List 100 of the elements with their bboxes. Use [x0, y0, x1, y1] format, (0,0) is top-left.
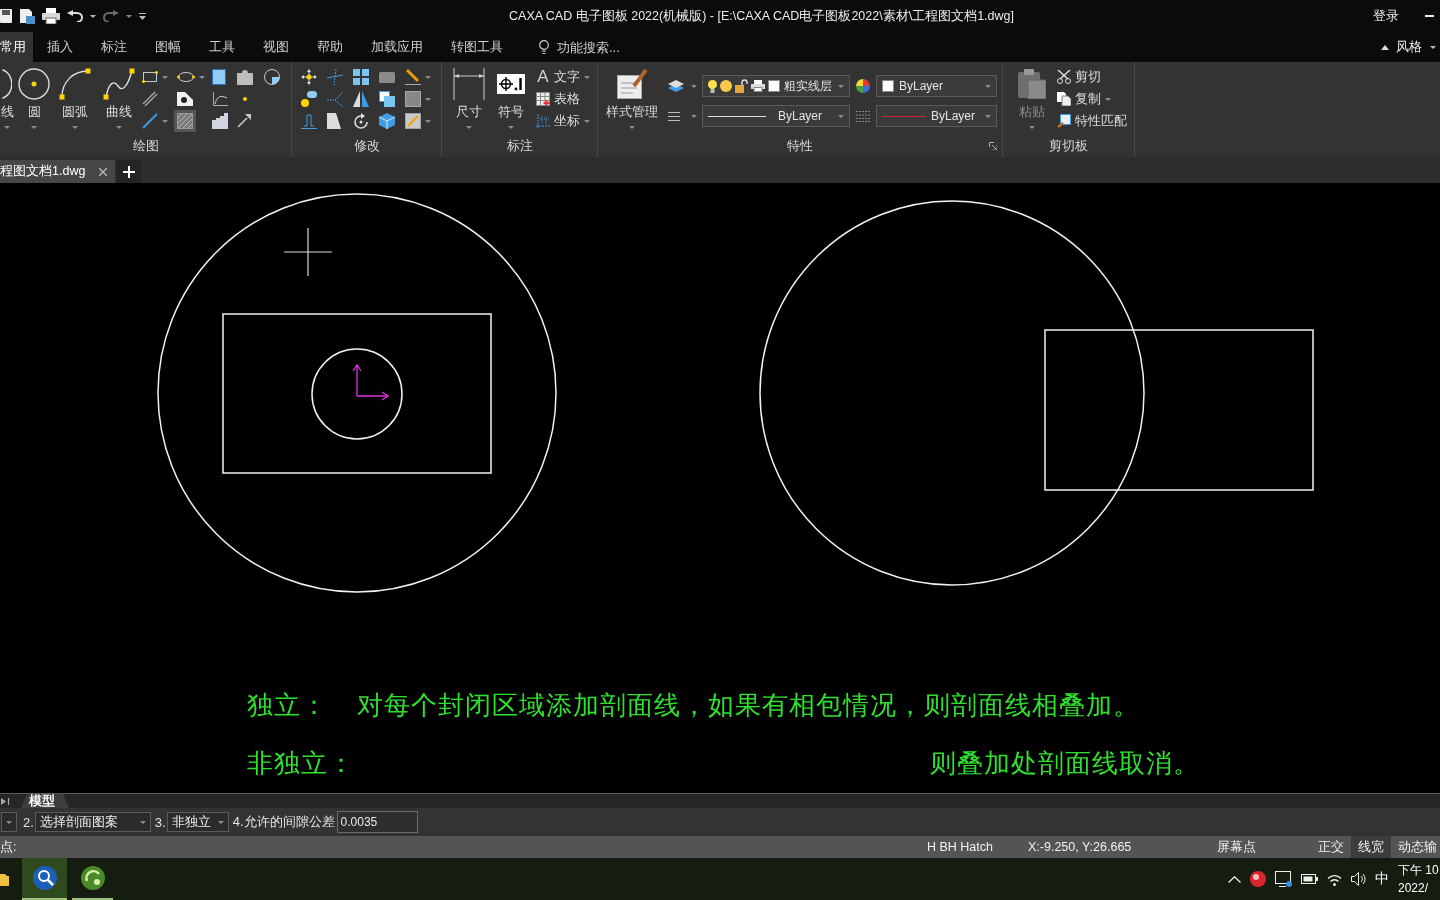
caret-icon	[1029, 126, 1035, 129]
caret-icon[interactable]	[126, 14, 132, 18]
menu-tab[interactable]: 帮助	[303, 32, 357, 62]
menu-tab[interactable]: 转图工具	[437, 32, 517, 62]
ribbon-large-button[interactable]: 尺寸	[452, 66, 486, 129]
square-tool-button[interactable]	[402, 88, 434, 110]
feature-search-field[interactable]: 功能搜索...	[557, 38, 631, 56]
layout-tab[interactable]: 模型	[21, 794, 69, 808]
ribbon-large-button[interactable]: 圆	[16, 66, 52, 129]
battery-icon[interactable]	[1301, 874, 1318, 884]
layer-dropdown[interactable]: 粗实线层	[702, 75, 850, 97]
coordinates-text: X:-9.250, Y:26.665	[1028, 840, 1132, 854]
save-icon[interactable]	[0, 9, 12, 23]
status-toggle-button[interactable]: 线宽	[1351, 836, 1391, 858]
customize-caret-icon[interactable]	[139, 12, 146, 20]
option-dropdown[interactable]: 选择剖面图案	[34, 812, 151, 832]
document-tab[interactable]: 程图文档1.dwg	[0, 160, 116, 183]
option-dropdown[interactable]: 非独立	[166, 812, 229, 832]
ribbon-small-button[interactable]: A 文字	[534, 66, 592, 88]
dashed-lines-icon	[856, 110, 870, 122]
status-toggle-button[interactable]: 正交	[1311, 836, 1351, 858]
crosshair-cursor-icon	[283, 227, 333, 277]
linetype-manager-button[interactable]	[668, 111, 697, 121]
caret-icon	[72, 126, 78, 129]
hatch-tool-button[interactable]	[174, 110, 196, 132]
caret-icon	[139, 820, 146, 824]
print-icon[interactable]	[42, 8, 60, 24]
ribbon-group-title: 修改	[353, 137, 380, 155]
undo-icon[interactable]	[67, 10, 83, 22]
lines-icon	[668, 111, 680, 121]
status-toggle-button[interactable]: 动态输	[1391, 836, 1440, 858]
brush-page-icon	[1057, 114, 1071, 128]
stacked-squares-tool-button[interactable]	[376, 88, 398, 110]
linetype-dropdown[interactable]: ByLayer	[702, 105, 850, 127]
ribbon-small-button[interactable]: 坐标	[534, 110, 592, 132]
caret-icon	[584, 119, 590, 123]
filled-square-tool-button[interactable]	[209, 66, 229, 88]
style-menu-button[interactable]: 风格	[1396, 38, 1436, 56]
circular-arrow-icon	[353, 113, 369, 129]
diagonal-arrow-icon	[237, 114, 251, 128]
speaker-icon[interactable]	[1351, 872, 1366, 886]
menu-tab[interactable]: 插入	[33, 32, 87, 62]
magnifier-app-icon	[32, 866, 57, 890]
chevron-up-icon[interactable]	[1381, 44, 1389, 50]
filled-square-icon	[212, 69, 226, 85]
ribbon-large-button[interactable]: 样式管理	[604, 66, 660, 129]
color-dropdown[interactable]: ByLayer	[876, 75, 997, 97]
page-tool-button[interactable]	[324, 110, 344, 132]
menu-tab[interactable]: 工具	[195, 32, 249, 62]
ribbon-large-button[interactable]: 线	[0, 66, 14, 129]
rounded-block-icon	[379, 71, 395, 83]
disk-page-icon[interactable]	[19, 8, 35, 24]
caret-icon	[199, 75, 205, 79]
cube-tool-button[interactable]	[376, 110, 398, 132]
pencil-tool-button[interactable]	[402, 66, 434, 88]
stepped-bars-tool-button[interactable]	[209, 110, 231, 132]
folder-icon[interactable]	[0, 872, 9, 886]
dot-and-capsule-tool-button[interactable]	[298, 88, 320, 110]
layer-manager-button[interactable]	[668, 79, 697, 93]
image-tile-icon	[405, 113, 421, 129]
ribbon-large-button[interactable]: 曲线	[98, 66, 140, 129]
wifi-icon[interactable]	[1327, 872, 1342, 886]
caret-icon	[691, 114, 697, 118]
tolerance-input-field[interactable]: 0.0035	[336, 811, 418, 833]
taskbar-app-button[interactable]	[22, 858, 67, 900]
four-squares-tool-button[interactable]	[350, 66, 372, 88]
filled-shape-icon	[177, 92, 193, 106]
input-method-indicator[interactable]: 中	[1375, 870, 1389, 888]
ball-icon[interactable]	[1250, 871, 1266, 887]
snap-mode-button[interactable]: 屏幕点	[1217, 838, 1256, 856]
caret-icon	[691, 84, 697, 88]
ribbon-small-button[interactable]: 复制	[1055, 88, 1129, 110]
close-icon[interactable]	[99, 167, 108, 176]
circle-sector-tool-button[interactable]	[261, 66, 283, 88]
ribbon-small-button[interactable]: 剪切	[1055, 66, 1129, 88]
caret-icon[interactable]	[90, 14, 96, 18]
last-tab-icon[interactable]	[1, 797, 10, 805]
chevron-up-icon[interactable]	[1228, 875, 1241, 883]
caret-icon	[425, 119, 431, 123]
menu-tab[interactable]: 图幅	[141, 32, 195, 62]
menu-tab[interactable]: 视图	[249, 32, 303, 62]
ribbon-small-button[interactable]: 表格	[534, 88, 592, 110]
clock-time: 下午 10	[1398, 862, 1440, 879]
login-button[interactable]: 登录	[1373, 7, 1399, 25]
ribbon-large-button[interactable]: 符号	[494, 66, 528, 129]
ribbon-small-button[interactable]: 特性匹配	[1055, 110, 1129, 132]
caret-icon	[584, 75, 590, 79]
scissors-icon	[1057, 70, 1071, 84]
monitor-icon[interactable]	[1275, 871, 1292, 887]
graph-icon	[212, 91, 228, 107]
dialog-launcher-icon[interactable]	[989, 142, 997, 150]
menu-tab[interactable]: 加载应用	[357, 32, 437, 62]
ribbon-group-title: 绘图	[132, 137, 159, 155]
arc-icon	[59, 68, 91, 100]
menu-tab[interactable]: 常用	[0, 32, 33, 62]
lineweight-dropdown[interactable]: ByLayer	[876, 105, 997, 127]
image-tile-tool-button[interactable]	[402, 110, 434, 132]
menu-tab[interactable]: 标注	[87, 32, 141, 62]
new-tab-button[interactable]	[117, 160, 142, 183]
ribbon-large-button[interactable]: 圆弧	[54, 66, 96, 129]
